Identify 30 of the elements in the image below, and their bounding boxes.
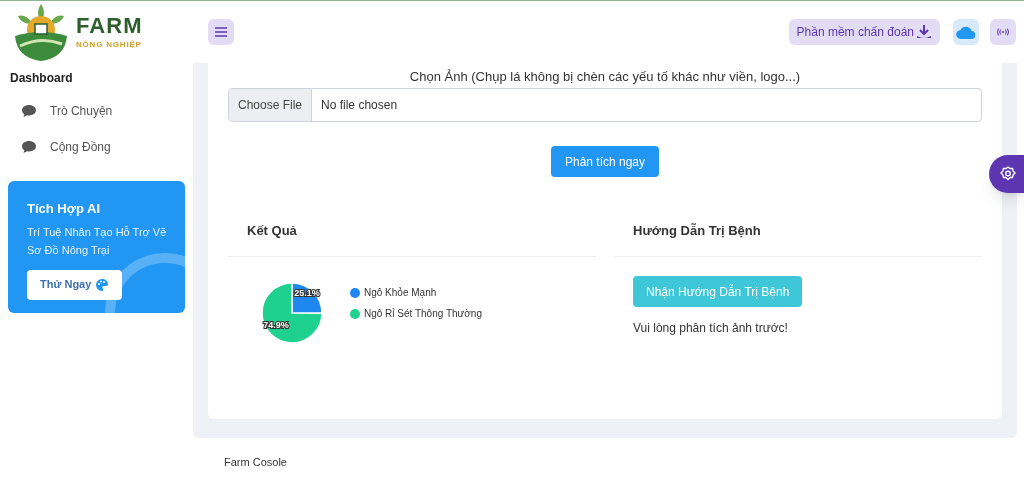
sidebar-heading: Dashboard: [9, 70, 74, 87]
file-input[interactable]: Choose File No file chosen: [228, 88, 982, 122]
palette-icon: [95, 277, 110, 292]
result-title: Kết Quả: [228, 215, 596, 257]
logo-subtitle: NÔNG NGHIỆP: [76, 41, 143, 49]
menu-icon: [215, 27, 227, 37]
choose-file-button[interactable]: Choose File: [229, 89, 313, 121]
download-icon: [916, 24, 932, 40]
legend-label: Ngô Khỏe Mạnh: [364, 286, 437, 300]
logo-title: FARM: [76, 15, 143, 37]
sidebar-item[interactable]: Cộng Đồng: [0, 129, 193, 165]
broadcast-icon: [997, 28, 1009, 36]
chat-icon: [22, 105, 36, 117]
file-name: No file chosen: [320, 97, 399, 114]
upload-label: Chọn Ảnh (Chụp lá không bị chèn các yếu tố khác như viền, logo...): [409, 68, 801, 83]
cloud-button[interactable]: [953, 19, 979, 45]
guide-title: Hướng Dẫn Trị Bệnh: [614, 215, 982, 257]
settings-icon: [1000, 166, 1016, 182]
footer-text: Farm Cosole: [224, 455, 288, 470]
promo-text: Trí Tuệ Nhân Tạo Hỗ Trợ Vẽ Sơ Đồ Nông Trại: [27, 224, 168, 258]
guide-note: Vui lòng phân tích ảnh trước!: [633, 320, 789, 337]
menu-button[interactable]: [208, 19, 234, 45]
try-now-button[interactable]: Thử Ngay: [27, 269, 123, 300]
chat-icon: [22, 141, 36, 153]
legend-label: Ngô Rỉ Sét Thông Thường: [364, 307, 482, 321]
download-button[interactable]: Phần mềm chấn đoán: [788, 19, 940, 45]
signal-button[interactable]: [990, 19, 1016, 45]
sidebar-item[interactable]: Trò Chuyện: [0, 93, 193, 129]
cloud-icon: [956, 25, 976, 39]
promo-title: Tích Hợp AI: [27, 200, 102, 218]
